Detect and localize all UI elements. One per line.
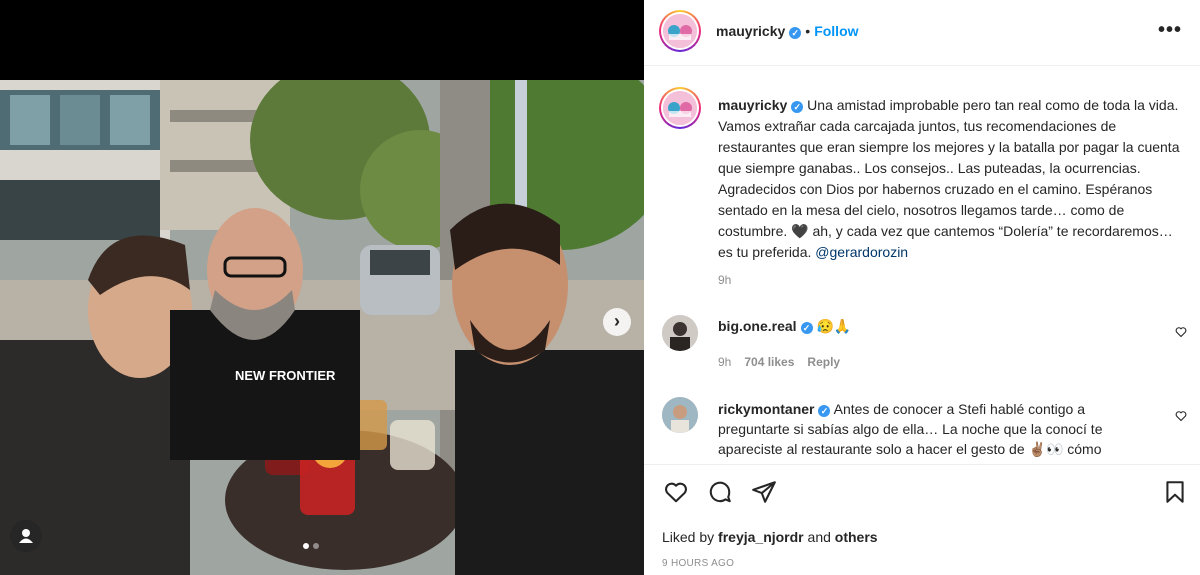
carousel-dot: [313, 543, 319, 549]
liked-and: and: [803, 529, 835, 545]
post-photo[interactable]: NEW FRONTIER: [0, 80, 644, 575]
avatar-image: [663, 14, 697, 48]
caption-body: Una amistad improbable pero tan real com…: [718, 97, 1180, 260]
caption-time[interactable]: 9h: [718, 273, 731, 287]
comment-meta: 9h 704 likes Reply: [718, 355, 840, 369]
verified-icon: ✓: [789, 27, 802, 39]
comment-body: 😥🙏: [812, 318, 852, 334]
caption-mention-link[interactable]: @gerardorozin: [815, 244, 908, 260]
liked-by-line: Liked by freyja_njordr and others: [662, 529, 878, 545]
comment-username[interactable]: big.one.real: [718, 318, 797, 334]
comment-avatar[interactable]: [662, 397, 698, 433]
liked-user-link[interactable]: freyja_njordr: [718, 529, 804, 545]
author-avatar[interactable]: [659, 10, 701, 52]
liked-others-link[interactable]: others: [835, 529, 878, 545]
avatar-image: [662, 397, 698, 433]
verified-icon: ✓: [791, 101, 804, 113]
post-side-panel: mauyricky ✓ • Follow ••• mauyricky ✓ Una ami…: [644, 0, 1200, 575]
post-actions: Liked by freyja_njordr and others 9 HOUR…: [644, 464, 1200, 575]
avatar-image: [663, 91, 697, 125]
comment-like-heart-icon[interactable]: [1175, 326, 1187, 338]
post-media: NEW FRONTIER ›: [0, 0, 644, 575]
comment-avatar[interactable]: [662, 315, 698, 351]
carousel-dots: [303, 543, 319, 549]
comment-icon[interactable]: [707, 479, 733, 505]
header-name-row: mauyricky ✓ • Follow: [716, 23, 859, 39]
heart-icon[interactable]: [663, 479, 689, 505]
comment-text: rickymontaner ✓ Antes de conocer a Stefi …: [718, 399, 1158, 459]
verified-icon: ✓: [818, 405, 831, 417]
follow-button[interactable]: Follow: [814, 23, 858, 39]
post-timestamp[interactable]: 9 HOURS AGO: [662, 558, 734, 569]
carousel-next-button[interactable]: ›: [603, 308, 631, 336]
more-options-icon[interactable]: •••: [1158, 20, 1182, 40]
comment-likes[interactable]: 704 likes: [744, 355, 794, 369]
caption-avatar[interactable]: [659, 87, 701, 129]
reply-button[interactable]: Reply: [807, 355, 840, 369]
post-header: mauyricky ✓ • Follow •••: [644, 0, 1200, 66]
separator-dot: •: [805, 23, 811, 39]
caption-text: mauyricky ✓ Una amistad improbable pero t…: [718, 95, 1186, 263]
comment-like-heart-icon[interactable]: [1175, 410, 1187, 422]
comment-text: big.one.real ✓ 😥🙏: [718, 316, 1158, 336]
liked-prefix: Liked by: [662, 529, 719, 545]
tagged-users-button[interactable]: [10, 520, 42, 552]
verified-icon: ✓: [800, 322, 813, 334]
share-icon[interactable]: [751, 479, 777, 505]
carousel-dot: [303, 543, 309, 549]
bookmark-icon[interactable]: [1162, 479, 1188, 505]
caption-username[interactable]: mauyricky: [718, 97, 787, 113]
author-username[interactable]: mauyricky: [716, 23, 785, 39]
comment-username[interactable]: rickymontaner: [718, 401, 814, 417]
comment-time[interactable]: 9h: [718, 355, 731, 369]
comments-list[interactable]: mauyricky ✓ Una amistad improbable pero t…: [644, 67, 1200, 464]
avatar-image: [662, 315, 698, 351]
svg-text:NEW FRONTIER: NEW FRONTIER: [235, 368, 336, 383]
user-icon: [19, 529, 33, 543]
